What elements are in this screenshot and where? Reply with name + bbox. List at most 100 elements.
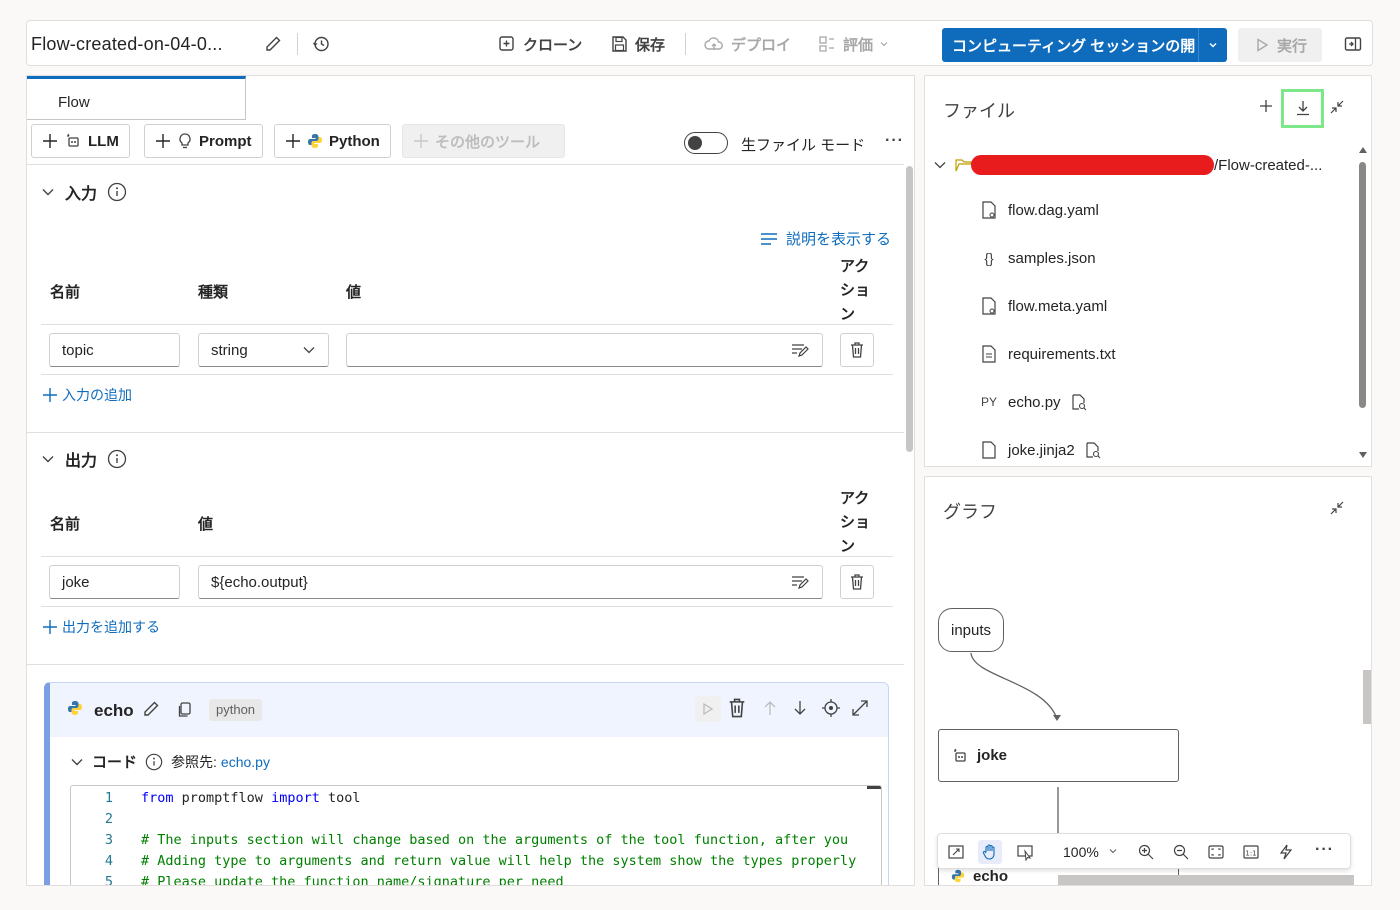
show-description-link[interactable]: 説明を表示する xyxy=(760,228,891,249)
fit-view-icon[interactable] xyxy=(944,840,968,864)
file-item-flow-meta-yaml[interactable]: flow.meta.yaml xyxy=(980,296,1107,316)
info-icon[interactable] xyxy=(145,753,163,771)
save-icon xyxy=(609,34,629,54)
graph-node-joke[interactable]: joke xyxy=(938,729,1179,782)
delete-output-button[interactable] xyxy=(840,565,874,599)
graph-toolbar: 100% 1:1 ··· xyxy=(937,833,1351,869)
trash-icon xyxy=(849,573,865,591)
edit-text-icon[interactable] xyxy=(790,574,810,590)
code-section-header[interactable]: コード 参照先: echo.py xyxy=(70,751,270,772)
evaluate-button[interactable]: 評価 xyxy=(817,32,889,56)
graph-hscrollbar[interactable] xyxy=(1058,875,1354,885)
outputs-section-header[interactable]: 出力 xyxy=(41,447,127,471)
chevron-down-icon[interactable] xyxy=(1108,846,1118,856)
deploy-button[interactable]: デプロイ xyxy=(703,32,791,56)
more-tools-button[interactable]: その他のツール xyxy=(402,124,565,158)
add-llm-button[interactable]: LLM xyxy=(31,124,130,158)
llm-icon xyxy=(64,132,82,150)
inputs-section-header[interactable]: 入力 xyxy=(41,180,127,204)
file-settings-icon xyxy=(980,200,998,220)
zoom-in-icon[interactable] xyxy=(1134,840,1158,864)
llm-label: LLM xyxy=(88,132,119,150)
divider xyxy=(41,606,893,607)
zoom-level[interactable]: 100% xyxy=(1063,844,1099,860)
clone-button[interactable]: クローン xyxy=(497,32,582,56)
tab-flow[interactable]: Flow xyxy=(27,76,246,120)
col-header-value: 値 xyxy=(198,516,214,533)
zoom-out-icon[interactable] xyxy=(1169,840,1193,864)
outputs-title: 出力 xyxy=(65,453,98,470)
divider xyxy=(41,324,893,325)
file-item-joke-jinja2[interactable]: joke.jinja2 xyxy=(980,440,1101,460)
locate-icon[interactable] xyxy=(821,698,841,718)
run-node-icon[interactable] xyxy=(695,696,721,722)
file-item-flow-dag-yaml[interactable]: flow.dag.yaml xyxy=(980,200,1099,220)
node-type-badge: python xyxy=(209,699,263,721)
clone-icon xyxy=(497,34,517,54)
input-name-field[interactable]: topic xyxy=(49,333,180,367)
more-options-icon[interactable]: ··· xyxy=(1315,841,1334,859)
collapse-icon[interactable] xyxy=(1329,99,1345,115)
output-name-field[interactable]: joke xyxy=(49,565,180,599)
save-button[interactable]: 保存 xyxy=(609,32,665,56)
col-header-name: 名前 xyxy=(50,284,81,301)
delete-input-button[interactable] xyxy=(840,333,874,367)
raw-file-mode-toggle[interactable] xyxy=(684,132,728,154)
file-item-requirements-txt[interactable]: requirements.txt xyxy=(980,344,1116,364)
edit-text-icon[interactable] xyxy=(790,342,810,358)
graph-vscrollbar[interactable] xyxy=(1363,670,1371,724)
move-up-icon[interactable] xyxy=(762,699,778,717)
auto-layout-icon[interactable] xyxy=(1274,840,1298,864)
input-name-value: topic xyxy=(62,341,94,359)
panel-toggle-icon[interactable] xyxy=(1341,32,1365,56)
section-divider xyxy=(27,664,904,665)
line-number: 2 xyxy=(104,811,113,827)
more-options-icon[interactable]: ··· xyxy=(885,132,904,150)
input-type-select[interactable]: string xyxy=(198,333,329,367)
scroll-up-icon[interactable] xyxy=(1358,146,1368,154)
trash-icon[interactable] xyxy=(727,697,747,719)
file-name: joke.jinja2 xyxy=(1008,441,1075,459)
actual-size-icon[interactable]: 1:1 xyxy=(1239,840,1263,864)
file-tree-root[interactable]: /Flow-created-... xyxy=(933,155,1322,175)
chevron-down-icon[interactable] xyxy=(1198,28,1226,62)
add-file-icon[interactable] xyxy=(1258,98,1274,114)
chevron-down-icon xyxy=(879,39,889,49)
expand-icon[interactable] xyxy=(850,698,870,718)
vertical-scrollbar[interactable] xyxy=(906,166,913,452)
file-item-echo-py[interactable]: PY echo.py xyxy=(980,392,1087,412)
add-output-link[interactable]: 出力を追加する xyxy=(42,617,160,637)
more-tools-label: その他のツール xyxy=(435,133,541,151)
info-icon[interactable] xyxy=(107,449,127,469)
code-line: # The inputs section will change based o… xyxy=(141,832,849,848)
add-python-button[interactable]: Python xyxy=(274,124,391,158)
run-button[interactable]: 実行 xyxy=(1238,28,1322,62)
scroll-down-icon[interactable] xyxy=(1358,451,1368,459)
col-header-action: アク ショ ン xyxy=(840,255,876,327)
copy-icon[interactable] xyxy=(177,701,193,719)
file-search-icon[interactable] xyxy=(1085,441,1101,459)
fit-screen-icon[interactable] xyxy=(1204,840,1228,864)
info-icon[interactable] xyxy=(107,182,127,202)
reference-file-link[interactable]: echo.py xyxy=(221,754,270,770)
code-line-text: promptflow xyxy=(181,790,263,806)
add-prompt-button[interactable]: Prompt xyxy=(144,124,263,158)
select-icon[interactable] xyxy=(1013,840,1037,864)
code-editor[interactable]: 1 from promptflow import tool 2 3 # The … xyxy=(70,785,882,885)
graph-node-inputs[interactable]: inputs xyxy=(938,608,1004,652)
add-input-link[interactable]: 入力の追加 xyxy=(42,385,132,405)
file-icon xyxy=(980,440,998,460)
file-item-samples-json[interactable]: {} samples.json xyxy=(980,248,1095,268)
input-value-field[interactable] xyxy=(346,333,823,367)
edit-title-icon[interactable] xyxy=(261,32,285,56)
history-icon[interactable] xyxy=(309,32,333,56)
files-scrollbar[interactable] xyxy=(1359,162,1366,408)
output-value-field[interactable]: ${echo.output} xyxy=(198,565,823,599)
echo-node-header: echo python xyxy=(50,683,888,737)
edit-icon[interactable] xyxy=(141,699,161,719)
hand-pan-icon[interactable] xyxy=(978,840,1002,864)
move-down-icon[interactable] xyxy=(792,699,808,717)
download-button[interactable] xyxy=(1281,89,1324,128)
file-search-icon[interactable] xyxy=(1071,393,1087,411)
compute-session-button[interactable]: コンピューティング セッションの開 xyxy=(942,28,1227,62)
